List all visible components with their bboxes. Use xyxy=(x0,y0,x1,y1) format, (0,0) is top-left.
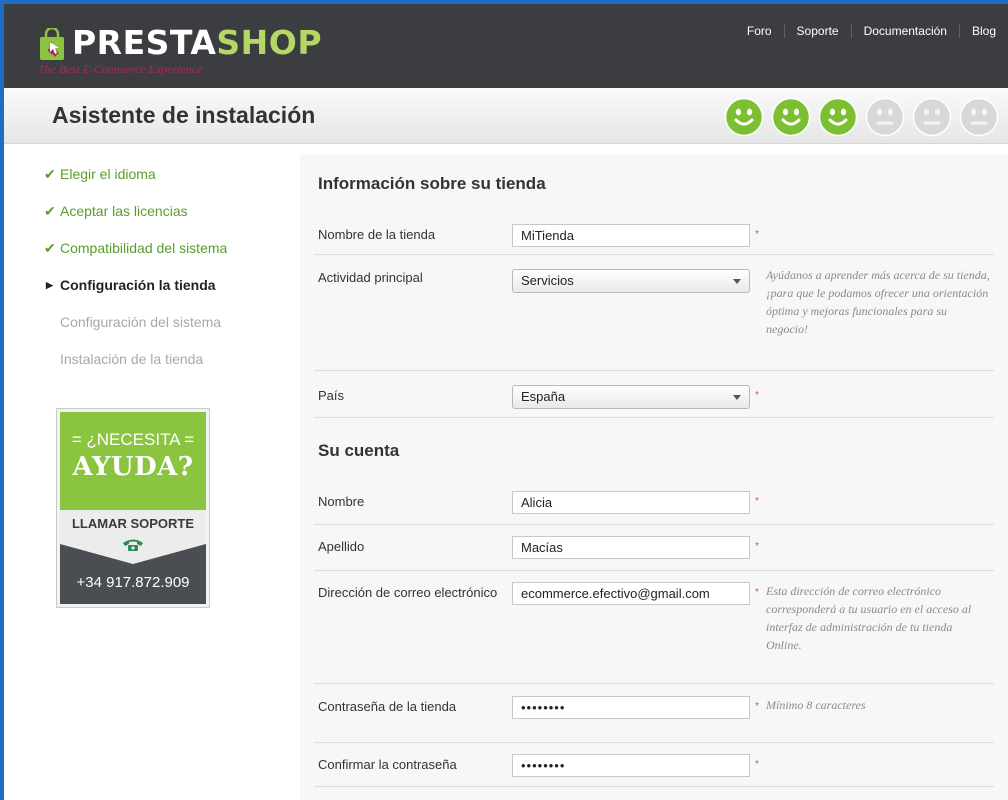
smiley-happy-icon xyxy=(818,97,858,137)
country-select[interactable]: España xyxy=(512,385,750,409)
step-label: Compatibilidad del sistema xyxy=(60,240,228,256)
email-input[interactable]: ecommerce.efectivo@gmail.com xyxy=(512,582,750,605)
step-label: Configuración del sistema xyxy=(60,314,222,330)
support-banner[interactable]: = ¿NECESITA = AYUDA? LLAMAR SOPORTE +34 … xyxy=(56,408,210,608)
password-row: Contraseña de la tienda •••••••• * Mínim… xyxy=(314,684,994,743)
step-item-store-install: Instalación de la tienda xyxy=(44,351,227,388)
store-name-input[interactable]: MiTienda xyxy=(512,224,750,247)
password-hint: Mínimo 8 caracteres xyxy=(766,698,866,712)
activity-label: Actividad principal xyxy=(318,270,423,285)
required-mark: * xyxy=(755,496,759,507)
store-name-label: Nombre de la tienda xyxy=(318,227,436,242)
password-input[interactable]: •••••••• xyxy=(512,696,750,719)
step-item-system-config: Configuración del sistema xyxy=(44,314,227,351)
step-label: Configuración la tienda xyxy=(60,277,216,293)
required-mark: * xyxy=(755,390,759,401)
checkmark-icon: ✔ xyxy=(44,203,56,219)
last-name-row: Apellido Macías * xyxy=(314,525,994,571)
required-mark: * xyxy=(755,759,759,770)
password-label: Contraseña de la tienda xyxy=(318,699,457,714)
progress-smileys xyxy=(724,97,1006,137)
smiley-happy-icon xyxy=(724,97,764,137)
steps-sidebar: ✔ Elegir el idioma ✔ Aceptar las licencias… xyxy=(4,144,284,800)
country-row: País España * xyxy=(314,371,994,418)
call-support-label: LLAMAR SOPORTE xyxy=(71,516,195,531)
smiley-neutral-icon xyxy=(959,97,999,137)
required-mark: * xyxy=(755,587,759,598)
smiley-neutral-icon xyxy=(865,97,905,137)
title-bar: Asistente de instalación xyxy=(4,88,1008,144)
activity-select-value: Servicios xyxy=(521,273,574,288)
account-section-title: Su cuenta xyxy=(318,441,400,460)
checkmark-icon: ✔ xyxy=(44,166,56,182)
confirm-password-label: Confirmar la contraseña xyxy=(318,757,457,772)
step-item-store-config: ▶ Configuración la tienda xyxy=(44,277,227,314)
help-heading: = ¿NECESITA = xyxy=(71,430,195,449)
phone-icon xyxy=(123,539,143,551)
required-mark: * xyxy=(755,229,759,240)
chevron-down-icon xyxy=(733,279,741,284)
nav-link-blog[interactable]: Blog xyxy=(958,24,1008,38)
top-header: PRESTASHOP The Best E-Commerce Experienc… xyxy=(4,4,1008,88)
email-row: Dirección de correo electrónico ecommerc… xyxy=(314,571,994,684)
last-name-label: Apellido xyxy=(318,539,365,554)
logo-wordmark: PRESTASHOP xyxy=(72,23,323,62)
help-title: AYUDA? xyxy=(72,452,194,482)
shopping-bag-icon xyxy=(40,28,64,60)
confirm-password-row: Confirmar la contraseña •••••••• * xyxy=(314,743,994,787)
last-name-input[interactable]: Macías xyxy=(512,536,750,559)
required-mark: * xyxy=(755,541,759,552)
email-label: Dirección de correo electrónico xyxy=(318,585,498,600)
nav-link-foro[interactable]: Foro xyxy=(735,24,784,38)
activity-hint: Ayúdanos a aprender más acerca de su tie… xyxy=(766,268,990,336)
confirm-password-input[interactable]: •••••••• xyxy=(512,754,750,777)
step-list: ✔ Elegir el idioma ✔ Aceptar las licencias… xyxy=(44,166,227,388)
first-name-label: Nombre xyxy=(318,494,365,509)
store-section-title: Información sobre su tienda xyxy=(318,174,546,193)
step-item-compatibility: ✔ Compatibilidad del sistema xyxy=(44,240,227,277)
support-phone: +34 917.872.909 xyxy=(76,574,190,591)
email-hint: Esta dirección de correo electrónico cor… xyxy=(766,584,972,652)
config-form: Información sobre su tienda Nombre de la… xyxy=(300,154,1008,800)
logo-tagline: The Best E-Commerce Experience xyxy=(38,62,203,76)
chevron-down-icon xyxy=(733,395,741,400)
first-name-row: Nombre Alicia * xyxy=(314,480,994,525)
nav-link-documentacion[interactable]: Documentación xyxy=(850,24,959,38)
step-item-licenses: ✔ Aceptar las licencias xyxy=(44,203,227,240)
country-select-value: España xyxy=(521,389,566,404)
checkmark-icon: ✔ xyxy=(44,240,56,256)
step-item-language: ✔ Elegir el idioma xyxy=(44,166,227,203)
current-step-arrow-icon: ▶ xyxy=(46,280,53,290)
required-mark: * xyxy=(755,701,759,712)
country-label: País xyxy=(318,388,345,403)
first-name-input[interactable]: Alicia xyxy=(512,491,750,514)
page-title: Asistente de instalación xyxy=(52,102,316,128)
step-label: Instalación de la tienda xyxy=(60,351,204,367)
step-label: Elegir el idioma xyxy=(60,166,156,182)
step-label: Aceptar las licencias xyxy=(60,203,188,219)
installer-window: PRESTASHOP The Best E-Commerce Experienc… xyxy=(4,4,1008,800)
smiley-neutral-icon xyxy=(912,97,952,137)
activity-select[interactable]: Servicios xyxy=(512,269,750,293)
nav-link-soporte[interactable]: Soporte xyxy=(783,24,851,38)
smiley-happy-icon xyxy=(771,97,811,137)
activity-row: Actividad principal Servicios Ayúdanos a… xyxy=(314,255,994,371)
store-name-row: Nombre de la tienda MiTienda * xyxy=(314,218,994,255)
top-nav: Foro Soporte Documentación Blog xyxy=(735,24,1008,38)
